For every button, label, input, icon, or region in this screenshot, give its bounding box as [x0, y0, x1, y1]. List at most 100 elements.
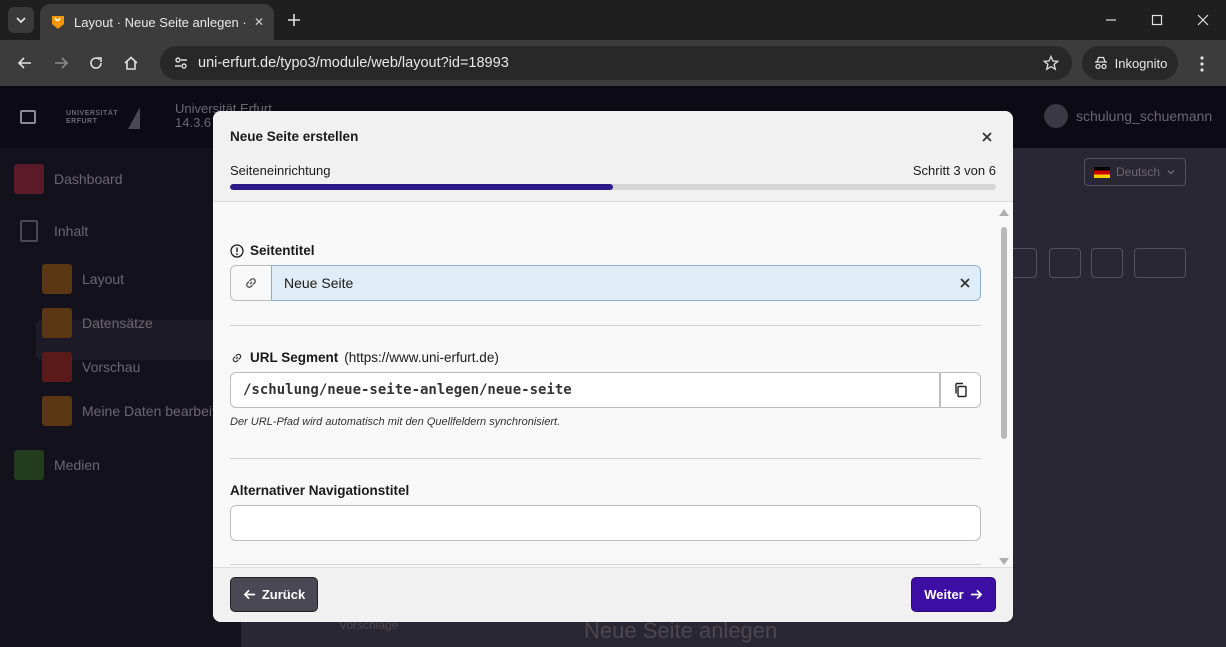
new-tab-button[interactable] — [282, 8, 306, 32]
link-toggle-button[interactable] — [230, 265, 271, 301]
home-icon — [124, 56, 138, 70]
more-vertical-icon — [1200, 56, 1204, 72]
modal-title: Neue Seite erstellen — [230, 129, 359, 144]
step-label: Seiteneinrichtung — [230, 163, 331, 178]
flash-button[interactable] — [1049, 248, 1081, 278]
reload-icon — [90, 57, 102, 69]
sidebar-item-label: Layout — [82, 271, 125, 287]
browser-tabstrip: Layout · Neue Seite anlegen · Universitä… — [0, 0, 1226, 40]
university-logo: UNIVERSITÄT ERFURT — [66, 106, 158, 130]
address-bar[interactable]: uni-erfurt.de/typo3/module/web/layout?id… — [160, 46, 1072, 80]
sidebar-item-layout[interactable]: Layout — [42, 264, 124, 294]
close-icon — [982, 132, 992, 142]
modal-footer: Zurück Weiter — [213, 567, 1013, 622]
scroll-up-icon[interactable] — [999, 209, 1009, 216]
sidebar-item-dashboard[interactable]: Dashboard — [14, 164, 123, 194]
back-nav-button[interactable] — [12, 50, 38, 76]
field-divider — [230, 458, 981, 459]
sidebar-item-inhalt[interactable]: Inhalt — [20, 220, 88, 242]
reload-button[interactable] — [83, 50, 109, 76]
browser-menu-button[interactable] — [1190, 52, 1214, 76]
clear-input-icon[interactable] — [960, 275, 970, 291]
sidebar-item-label: Vorschau — [82, 359, 141, 375]
nav-title-label: Alternativer Navigationstitel — [230, 483, 409, 498]
plus-icon — [288, 14, 300, 26]
field-divider — [230, 564, 981, 565]
sidebar-toggle-icon[interactable] — [20, 110, 36, 124]
share-dropdown-button[interactable] — [1134, 248, 1186, 278]
chevron-down-icon — [16, 17, 26, 24]
url-segment-base: (https://www.uni-erfurt.de) — [344, 350, 499, 365]
page-title-value: Neue Seite — [284, 275, 354, 291]
scroll-down-icon[interactable] — [999, 558, 1009, 565]
step-counter: Schritt 3 von 6 — [912, 163, 996, 178]
logo-text-line1: UNIVERSITÄT — [66, 110, 119, 117]
arrow-left-icon — [17, 57, 31, 69]
chevron-down-icon — [1167, 170, 1175, 175]
close-window-button[interactable] — [1180, 0, 1226, 40]
close-icon — [1197, 14, 1209, 26]
sidebar-item-datensaetze[interactable]: Datensätze — [42, 308, 153, 338]
nav-title-input[interactable] — [230, 505, 981, 541]
next-button-label: Weiter — [924, 587, 964, 602]
forward-nav-button[interactable] — [48, 50, 74, 76]
scroll-thumb[interactable] — [1001, 227, 1007, 439]
copy-icon — [954, 382, 967, 398]
browser-tab-active[interactable]: Layout · Neue Seite anlegen · Universitä… — [40, 4, 274, 40]
maximize-icon — [1151, 14, 1163, 26]
back-button[interactable]: Zurück — [230, 577, 318, 612]
home-button[interactable] — [118, 50, 144, 76]
url-segment-input[interactable]: /schulung/neue-seite-anlegen/neue-seite — [230, 372, 940, 408]
media-icon — [14, 450, 44, 480]
incognito-badge[interactable]: Inkognito — [1082, 46, 1178, 80]
url-text: uni-erfurt.de/typo3/module/web/layout?id… — [198, 55, 509, 71]
back-button-label: Zurück — [261, 587, 306, 602]
language-label: Deutsch — [1115, 165, 1161, 179]
sidebar-item-label: Meine Daten bearbeiten — [82, 403, 232, 419]
field-divider — [230, 325, 981, 326]
site-info-icon[interactable] — [170, 52, 192, 74]
modal-scrollbar[interactable] — [998, 209, 1010, 565]
page-title-label: Seitentitel — [230, 243, 315, 258]
refresh-button[interactable] — [1091, 248, 1123, 278]
arrow-left-icon — [243, 589, 255, 600]
page-title-input[interactable]: Neue Seite — [271, 265, 981, 301]
tab-search-button[interactable] — [8, 7, 34, 33]
user-settings-icon — [42, 396, 72, 426]
modal-close-button[interactable] — [978, 128, 996, 146]
username: schulung_schuemann — [1076, 108, 1213, 124]
arrow-right-icon — [970, 589, 983, 600]
layout-module-icon — [42, 264, 72, 294]
german-flag-icon — [1093, 166, 1110, 178]
avatar — [1044, 104, 1068, 128]
minimize-button[interactable] — [1088, 0, 1134, 40]
user-menu[interactable]: schulung_schuemann — [1044, 104, 1212, 128]
next-button[interactable]: Weiter — [911, 577, 996, 612]
link-icon — [232, 353, 242, 362]
dashboard-icon — [14, 164, 44, 194]
progress-fill — [230, 184, 613, 190]
page-title-label-text: Seitentitel — [250, 243, 315, 258]
arrow-right-icon — [55, 57, 69, 69]
browser-toolbar: uni-erfurt.de/typo3/module/web/layout?id… — [0, 40, 1226, 86]
sidebar-item-meine-daten[interactable]: Meine Daten bearbeiten — [42, 396, 231, 426]
tab-close-icon[interactable]: ✕ — [254, 15, 264, 29]
minimize-icon — [1106, 19, 1116, 21]
language-selector[interactable]: Deutsch — [1084, 158, 1186, 186]
sidebar-item-vorschau[interactable]: Vorschau — [42, 352, 140, 382]
modal-body: Seitentitel Neue Seite URL Segment (http… — [213, 203, 1013, 567]
logo-shape — [128, 107, 141, 129]
url-segment-label: URL Segment (https://www.uni-erfurt.de) — [230, 350, 499, 365]
url-help-text: Der URL-Pfad wird automatisch mit den Qu… — [230, 416, 561, 428]
bookmark-star-icon[interactable] — [1036, 55, 1066, 71]
sidebar-item-medien[interactable]: Medien — [14, 450, 100, 480]
maximize-button[interactable] — [1134, 0, 1180, 40]
copy-url-button[interactable] — [940, 372, 981, 408]
sidebar-item-label: Medien — [54, 457, 100, 473]
incognito-icon — [1094, 56, 1107, 70]
eye-icon — [42, 352, 72, 382]
page-title-input-group: Neue Seite — [230, 265, 981, 301]
typo3-favicon-icon — [52, 16, 64, 29]
list-module-icon — [42, 308, 72, 338]
url-segment-input-group: /schulung/neue-seite-anlegen/neue-seite — [230, 372, 981, 408]
